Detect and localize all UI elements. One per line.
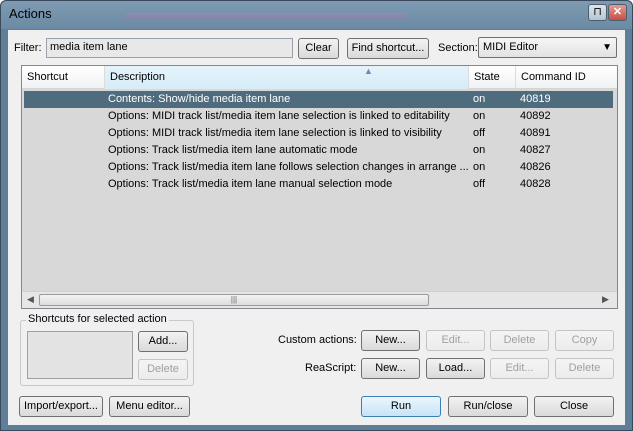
filter-input[interactable]: media item lane — [46, 38, 293, 58]
import-export-button[interactable]: Import/export... — [19, 396, 103, 417]
column-state[interactable]: State — [469, 66, 516, 89]
shortcut-list[interactable] — [27, 331, 133, 379]
edit-custom-action-button[interactable]: Edit... — [426, 330, 485, 351]
table-row[interactable]: Contents: Show/hide media item lane on 4… — [24, 91, 613, 108]
row-state: on — [473, 110, 486, 122]
run-button[interactable]: Run — [361, 396, 441, 417]
table-row[interactable]: Options: Track list/media item lane manu… — [24, 176, 613, 193]
row-description: Options: Track list/media item lane foll… — [108, 161, 469, 173]
row-command-id: 40819 — [520, 93, 551, 105]
delete-custom-action-button[interactable]: Delete — [490, 330, 549, 351]
dialog-body: Filter: media item lane Clear Find short… — [8, 30, 625, 425]
scroll-right-icon[interactable]: ▶ — [602, 294, 609, 305]
delete-shortcut-button[interactable]: Delete — [138, 359, 188, 380]
section-select-value: MIDI Editor — [483, 41, 539, 53]
row-command-id: 40828 — [520, 178, 551, 190]
edit-reascript-button[interactable]: Edit... — [490, 358, 549, 379]
table-row[interactable]: Options: Track list/media item lane foll… — [24, 159, 613, 176]
title-bar-decoration — [126, 13, 406, 19]
row-description: Contents: Show/hide media item lane — [108, 93, 291, 105]
row-command-id: 40827 — [520, 144, 551, 156]
row-command-id: 40826 — [520, 161, 551, 173]
reascript-label: ReaScript: — [305, 362, 357, 374]
menu-editor-button[interactable]: Menu editor... — [109, 396, 190, 417]
shortcuts-group: Shortcuts for selected action Add... Del… — [20, 313, 194, 386]
actions-window: Actions ⊓ ✕ Filter: media item lane Clea… — [0, 0, 633, 431]
row-command-id: 40891 — [520, 127, 551, 139]
section-label: Section: — [438, 42, 478, 54]
row-description: Options: Track list/media item lane manu… — [108, 178, 393, 190]
sort-ascending-icon: ▲ — [364, 66, 373, 76]
load-reascript-button[interactable]: Load... — [426, 358, 485, 379]
row-state: on — [473, 161, 486, 173]
new-reascript-button[interactable]: New... — [361, 358, 420, 379]
section-select[interactable]: MIDI Editor ▼ — [478, 37, 617, 58]
row-state: off — [473, 178, 486, 190]
row-description: Options: MIDI track list/media item lane… — [108, 127, 442, 139]
row-state: on — [473, 93, 486, 105]
row-state: off — [473, 127, 486, 139]
actions-list[interactable]: Shortcut ▲ Description State Command ID … — [21, 65, 618, 309]
shortcuts-group-title: Shortcuts for selected action — [26, 313, 169, 325]
close-icon[interactable]: ✕ — [608, 4, 627, 21]
column-command-id[interactable]: Command ID — [516, 66, 617, 89]
row-description: Options: MIDI track list/media item lane… — [108, 110, 450, 122]
table-row[interactable]: Options: MIDI track list/media item lane… — [24, 125, 613, 142]
close-button[interactable]: Close — [534, 396, 614, 417]
row-description: Options: Track list/media item lane auto… — [108, 144, 358, 156]
table-row[interactable]: Options: Track list/media item lane auto… — [24, 142, 613, 159]
row-state: on — [473, 144, 486, 156]
copy-custom-action-button[interactable]: Copy — [555, 330, 614, 351]
table-row[interactable]: Options: MIDI track list/media item lane… — [24, 108, 613, 125]
pin-icon[interactable]: ⊓ — [588, 4, 607, 21]
delete-reascript-button[interactable]: Delete — [555, 358, 614, 379]
chevron-down-icon: ▼ — [602, 42, 612, 53]
column-shortcut[interactable]: Shortcut — [22, 66, 105, 89]
column-description-label: Description — [110, 71, 166, 83]
find-shortcut-button[interactable]: Find shortcut... — [347, 38, 429, 59]
title-bar[interactable]: Actions ⊓ ✕ — [1, 1, 632, 29]
window-title: Actions — [9, 6, 52, 21]
filter-label: Filter: — [14, 42, 42, 54]
custom-actions-label: Custom actions: — [278, 334, 357, 346]
scroll-left-icon[interactable]: ◀ — [27, 294, 34, 305]
list-header: Shortcut ▲ Description State Command ID — [22, 66, 617, 89]
new-custom-action-button[interactable]: New... — [361, 330, 420, 351]
column-description[interactable]: ▲ Description — [105, 66, 469, 89]
clear-button[interactable]: Clear — [298, 38, 339, 59]
scrollbar-thumb[interactable]: ||| — [39, 294, 429, 306]
horizontal-scrollbar[interactable]: ◀ ||| ▶ — [22, 291, 617, 308]
add-shortcut-button[interactable]: Add... — [138, 331, 188, 352]
run-close-button[interactable]: Run/close — [448, 396, 528, 417]
row-command-id: 40892 — [520, 110, 551, 122]
